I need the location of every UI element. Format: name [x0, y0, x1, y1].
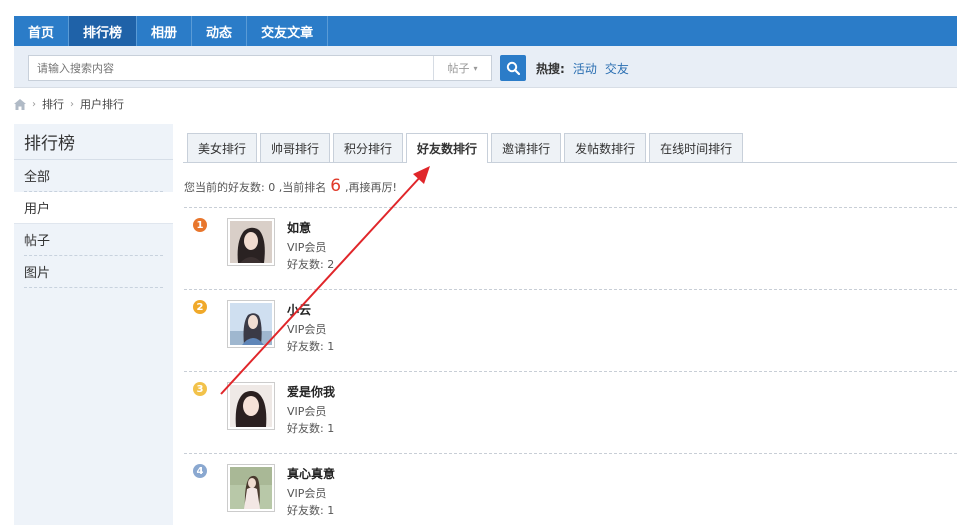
- tab-beauty[interactable]: 美女排行: [187, 133, 258, 162]
- avatar-image: [230, 385, 272, 427]
- nav-album[interactable]: 相册: [137, 16, 193, 46]
- rank-badge: 1: [193, 218, 207, 232]
- search-bar: 帖子 ▾ 热搜: 活动 交友: [14, 46, 957, 88]
- top-nav: 首页 排行榜 相册 动态 交友文章: [14, 16, 957, 46]
- sidebar-item-posts[interactable]: 帖子: [24, 224, 163, 256]
- hot-search: 热搜: 活动 交友: [536, 60, 629, 77]
- friend-count: 好友数: 1: [287, 422, 335, 435]
- avatar[interactable]: [227, 382, 275, 430]
- home-icon[interactable]: [14, 98, 26, 110]
- search-button[interactable]: [500, 55, 526, 81]
- avatar-image: [230, 467, 272, 509]
- list-item: 3 爱是你我 VIP会员 好友数: 1: [184, 371, 957, 453]
- friend-count: 好友数: 1: [287, 340, 335, 353]
- sidebar-item-images[interactable]: 图片: [24, 256, 163, 288]
- status-prefix: 您当前的好友数: 0 ,当前排名: [184, 181, 327, 194]
- list-item: 2 小云 VIP会员 好友数: 1: [184, 289, 957, 371]
- caret-down-icon: ▾: [473, 63, 478, 73]
- tab-invites[interactable]: 邀请排行: [491, 133, 562, 162]
- nav-home[interactable]: 首页: [14, 16, 70, 46]
- hot-link-dating[interactable]: 交友: [605, 60, 629, 77]
- friend-count: 好友数: 2: [287, 258, 335, 271]
- rank-badge: 3: [193, 382, 207, 396]
- tab-friends[interactable]: 好友数排行: [406, 133, 489, 163]
- user-level: VIP会员: [287, 323, 327, 336]
- breadcrumb: › 排行 › 用户排行: [14, 96, 124, 112]
- user-name[interactable]: 真心真意: [287, 465, 335, 482]
- nav-feed[interactable]: 动态: [192, 16, 248, 46]
- tab-online-time[interactable]: 在线时间排行: [649, 133, 744, 162]
- tab-handsome[interactable]: 帅哥排行: [260, 133, 331, 162]
- friend-count: 好友数: 1: [287, 504, 335, 517]
- user-level: VIP会员: [287, 487, 327, 500]
- tab-posts[interactable]: 发帖数排行: [564, 133, 647, 162]
- tab-points[interactable]: 积分排行: [333, 133, 404, 162]
- breadcrumb-item-ranking[interactable]: 排行: [42, 96, 64, 112]
- search-box: 帖子 ▾: [28, 55, 492, 81]
- user-level: VIP会员: [287, 241, 327, 254]
- chevron-right-icon: ›: [32, 98, 36, 110]
- status-suffix: ,再接再厉!: [345, 181, 397, 194]
- rank-status: 您当前的好友数: 0 ,当前排名 6 ,再接再厉!: [184, 176, 397, 196]
- user-name[interactable]: 如意: [287, 219, 311, 236]
- chevron-right-icon: ›: [70, 98, 74, 110]
- search-input[interactable]: [29, 56, 433, 80]
- search-icon: [506, 61, 520, 75]
- user-level: VIP会员: [287, 405, 327, 418]
- sidebar-item-all[interactable]: 全部: [24, 160, 163, 192]
- search-type-select[interactable]: 帖子 ▾: [433, 56, 491, 80]
- rank-badge: 4: [193, 464, 207, 478]
- avatar-image: [230, 221, 272, 263]
- avatar[interactable]: [227, 464, 275, 512]
- user-name[interactable]: 小云: [287, 301, 311, 318]
- list-item: 4 真心真意 VIP会员 好友数: 1: [184, 453, 957, 525]
- rank-badge: 2: [193, 300, 207, 314]
- ranking-list: 1 如意 VIP会员 好友数: 2 2 小云 VIP会员 好友数: 1 3 爱是…: [184, 207, 957, 525]
- sidebar-title: 排行榜: [14, 124, 173, 160]
- breadcrumb-item-user-ranking: 用户排行: [80, 98, 124, 111]
- avatar[interactable]: [227, 218, 275, 266]
- user-name[interactable]: 爱是你我: [287, 383, 335, 400]
- sidebar-item-users[interactable]: 用户: [14, 192, 173, 224]
- current-rank: 6: [330, 176, 342, 196]
- ranking-tabs: 美女排行 帅哥排行 积分排行 好友数排行 邀请排行 发帖数排行 在线时间排行: [183, 133, 957, 163]
- hot-search-label: 热搜:: [536, 62, 565, 76]
- avatar-image: [230, 303, 272, 345]
- search-type-label: 帖子: [447, 62, 470, 75]
- hot-link-activity[interactable]: 活动: [573, 60, 597, 77]
- sidebar: 排行榜 全部 用户 帖子 图片: [14, 124, 173, 525]
- nav-articles[interactable]: 交友文章: [247, 16, 329, 46]
- list-item: 1 如意 VIP会员 好友数: 2: [184, 207, 957, 289]
- nav-ranking[interactable]: 排行榜: [69, 16, 138, 46]
- avatar[interactable]: [227, 300, 275, 348]
